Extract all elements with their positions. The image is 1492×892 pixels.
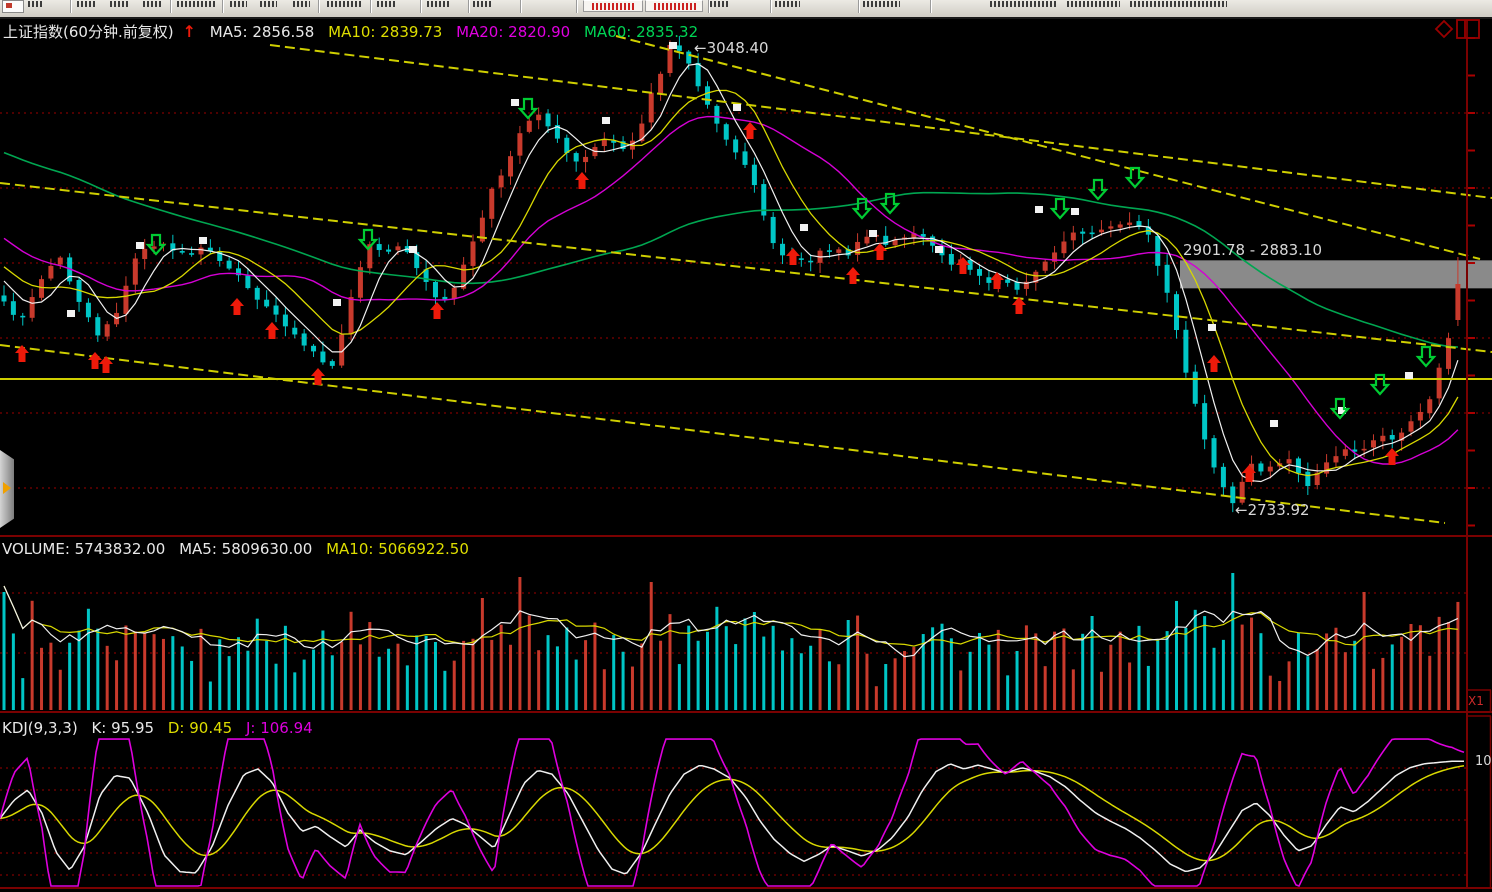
volume-header: VOLUME: 5743832.00 MA5: 5809630.00 MA10:…	[2, 540, 478, 558]
buy-signal-arrow-icon	[786, 248, 800, 265]
toolbar-status-text	[1067, 1, 1120, 7]
toolbar-menu-item[interactable]	[77, 1, 97, 7]
toolbar-separator	[576, 0, 578, 13]
kdj-scale-label: 100	[1475, 754, 1491, 769]
toolbar-separator	[858, 0, 860, 13]
sidebar-expand-handle[interactable]	[0, 450, 14, 528]
sell-signal-arrow-icon	[1052, 199, 1068, 218]
volume-bars	[3, 573, 1460, 710]
sell-signal-arrow-icon	[1418, 347, 1434, 366]
chart-canvas[interactable]	[0, 0, 1492, 892]
sell-signal-arrow-icon	[1372, 375, 1388, 394]
buy-signal-arrow-icon	[430, 302, 444, 319]
buy-signal-arrow-icon	[846, 267, 860, 284]
toolbar-button-label	[654, 3, 696, 10]
diamond-icon[interactable]	[1436, 21, 1452, 37]
toolbar-separator	[930, 0, 932, 13]
low-price-annotation: ←2733.92	[1235, 501, 1310, 519]
toolbar-button[interactable]	[583, 0, 643, 12]
top-toolbar[interactable]	[0, 0, 1492, 19]
toolbar-menu-item[interactable]	[377, 1, 397, 7]
buy-signal-arrow-icon	[265, 322, 279, 339]
toolbar-menu-item[interactable]	[710, 1, 730, 7]
buy-signal-arrow-icon	[88, 352, 102, 369]
ma20-value: MA20: 2820.90	[456, 23, 570, 41]
volume-ma-lines	[4, 586, 1458, 657]
expand-arrow-icon	[3, 482, 11, 494]
instrument-title: 上证指数(60分钟.前复权)	[3, 23, 174, 41]
toolbar-button[interactable]	[645, 0, 703, 12]
toolbar-button-label	[592, 3, 636, 10]
toolbar-menu-item[interactable]	[28, 1, 44, 7]
toolbar-menu-item[interactable]	[863, 1, 900, 7]
pane-control-icons	[1436, 20, 1479, 38]
toolbar-menu-item[interactable]	[230, 1, 247, 7]
toolbar-menu-item[interactable]	[427, 1, 450, 7]
toolbar-separator	[770, 0, 772, 13]
peak-price-annotation: ←3048.40	[694, 39, 769, 57]
trading-app-window: 上证指数(60分钟.前复权) ↑ MA5: 2856.58 MA10: 2839.…	[0, 0, 1492, 892]
volume-scale-label: X1	[1468, 694, 1484, 708]
toolbar-separator	[708, 0, 710, 13]
toolbar-separator	[222, 0, 224, 13]
toolbar-status-text	[1130, 1, 1227, 7]
toolbar-separator	[170, 0, 172, 13]
price-band	[1180, 260, 1492, 288]
buy-signal-arrow-icon	[990, 272, 1004, 289]
sell-signal-arrow-icon	[1090, 180, 1106, 199]
volume-ma10-value: MA10: 5066922.50	[326, 540, 469, 558]
kdj-j-value: J: 106.94	[246, 719, 313, 737]
toolbar-separator	[70, 0, 72, 13]
toolbar-menu-item[interactable]	[177, 1, 217, 7]
toolbar-separator	[318, 0, 320, 13]
kdj-k-value: K: 95.95	[91, 719, 154, 737]
sell-signal-arrow-icon	[520, 99, 536, 118]
app-icon[interactable]	[2, 0, 24, 13]
kdj-lines	[0, 739, 1464, 886]
toolbar-menu-item[interactable]	[260, 1, 277, 7]
buy-signal-arrow-icon	[230, 298, 244, 315]
kdj-name: KDJ(9,3,3)	[2, 719, 78, 737]
toolbar-menu-item[interactable]	[143, 1, 163, 7]
toolbar-menu-item[interactable]	[110, 1, 130, 7]
ma10-value: MA10: 2839.73	[328, 23, 442, 41]
main-chart-header: 上证指数(60分钟.前复权) ↑ MA5: 2856.58 MA10: 2839.…	[3, 21, 707, 42]
toolbar-separator	[370, 0, 372, 13]
toolbar-menu-item[interactable]	[473, 1, 493, 7]
buy-signal-arrow-icon	[1207, 355, 1221, 372]
kdj-header: KDJ(9,3,3) K: 95.95 D: 90.45 J: 106.94	[2, 719, 322, 737]
ma60-value: MA60: 2835.32	[584, 23, 698, 41]
volume-value: VOLUME: 5743832.00	[2, 540, 165, 558]
toolbar-menu-item[interactable]	[293, 1, 310, 7]
volume-ma5-value: MA5: 5809630.00	[179, 540, 312, 558]
buy-signal-arrow-icon	[575, 172, 589, 189]
toolbar-separator	[468, 0, 470, 13]
up-arrow-icon: ↑	[183, 22, 196, 41]
sell-signal-arrow-icon	[148, 235, 164, 254]
toolbar-separator	[420, 0, 422, 13]
ma5-value: MA5: 2856.58	[210, 23, 315, 41]
buy-signal-arrow-icon	[1012, 297, 1026, 314]
kdj-d-value: D: 90.45	[168, 719, 232, 737]
toolbar-separator	[520, 0, 522, 13]
toolbar-menu-item[interactable]	[775, 1, 800, 7]
buy-signal-arrow-icon	[873, 243, 887, 260]
buy-signal-arrow-icon	[311, 368, 325, 385]
toolbar-menu-item[interactable]	[327, 1, 363, 7]
toolbar-status-text	[990, 1, 1057, 7]
price-band-label: 2901.78 - 2883.10	[1183, 241, 1322, 259]
